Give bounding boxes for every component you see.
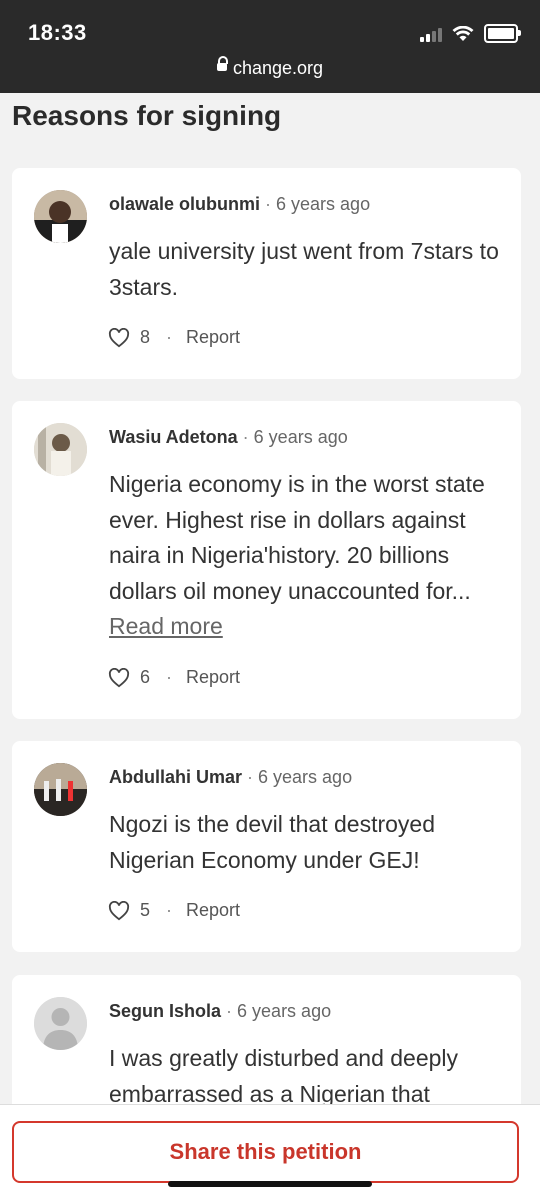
report-link[interactable]: Report (186, 327, 240, 348)
timestamp: 6 years ago (253, 427, 348, 447)
lock-icon (216, 56, 228, 72)
author-name[interactable]: Wasiu Adetona (109, 427, 238, 447)
report-link[interactable]: Report (186, 667, 240, 688)
comment-card: olawale olubunmi · 6 years ago yale univer… (12, 168, 521, 379)
comment-text: yale university just went from 7stars to… (109, 238, 499, 300)
like-count: 8 (140, 327, 151, 347)
comment-meta: Wasiu Adetona · 6 years ago (109, 427, 348, 447)
comment-actions: 8 · Report (108, 327, 240, 348)
like-count: 6 (140, 667, 151, 687)
wifi-icon (452, 25, 474, 41)
avatar[interactable] (34, 423, 87, 476)
comment-meta: Abdullahi Umar · 6 years ago (109, 767, 353, 787)
timestamp: 6 years ago (276, 194, 371, 214)
author-name[interactable]: Segun Ishola (109, 1001, 221, 1021)
comment-meta: Segun Ishola · 6 years ago (109, 1001, 332, 1021)
comment-meta: olawale olubunmi · 6 years ago (109, 194, 371, 214)
url-text: change.org (232, 58, 324, 78)
url-bar[interactable]: change.org (0, 56, 540, 79)
comment-text: Ngozi is the devil that destroyed Nigeri… (109, 811, 436, 873)
default-avatar-icon[interactable] (34, 997, 87, 1050)
heart-icon[interactable] (108, 667, 130, 688)
timestamp: 6 years ago (258, 767, 353, 787)
read-more-link[interactable]: Read more (109, 613, 223, 639)
comment-card: Abdullahi Umar · 6 years ago Ngozi is the … (12, 741, 521, 952)
comment-text: Nigeria economy is in the worst state ev… (109, 471, 485, 639)
heart-icon[interactable] (108, 900, 130, 921)
comment-actions: 6 · Report (108, 667, 240, 688)
status-time: 18:33 (28, 20, 87, 45)
comment-card: Wasiu Adetona · 6 years ago Nigeria econom… (12, 401, 521, 719)
section-title: Reasons for signing (12, 100, 282, 131)
signal-icon (420, 26, 442, 42)
author-name[interactable]: olawale olubunmi (109, 194, 260, 214)
report-link[interactable]: Report (186, 900, 240, 921)
heart-icon[interactable] (108, 327, 130, 348)
like-count: 5 (140, 900, 151, 920)
avatar[interactable] (34, 763, 87, 816)
timestamp: 6 years ago (237, 1001, 332, 1021)
battery-icon (484, 24, 521, 43)
status-bar: 18:33 change.org (0, 0, 540, 93)
status-icons (420, 24, 521, 43)
share-petition-button[interactable]: Share this petition (12, 1121, 519, 1183)
comment-text: I was greatly disturbed and deeply embar… (109, 1045, 459, 1107)
comment-actions: 5 · Report (108, 900, 240, 921)
home-indicator[interactable] (168, 1181, 372, 1187)
author-name[interactable]: Abdullahi Umar (109, 767, 242, 787)
avatar[interactable] (34, 190, 87, 243)
